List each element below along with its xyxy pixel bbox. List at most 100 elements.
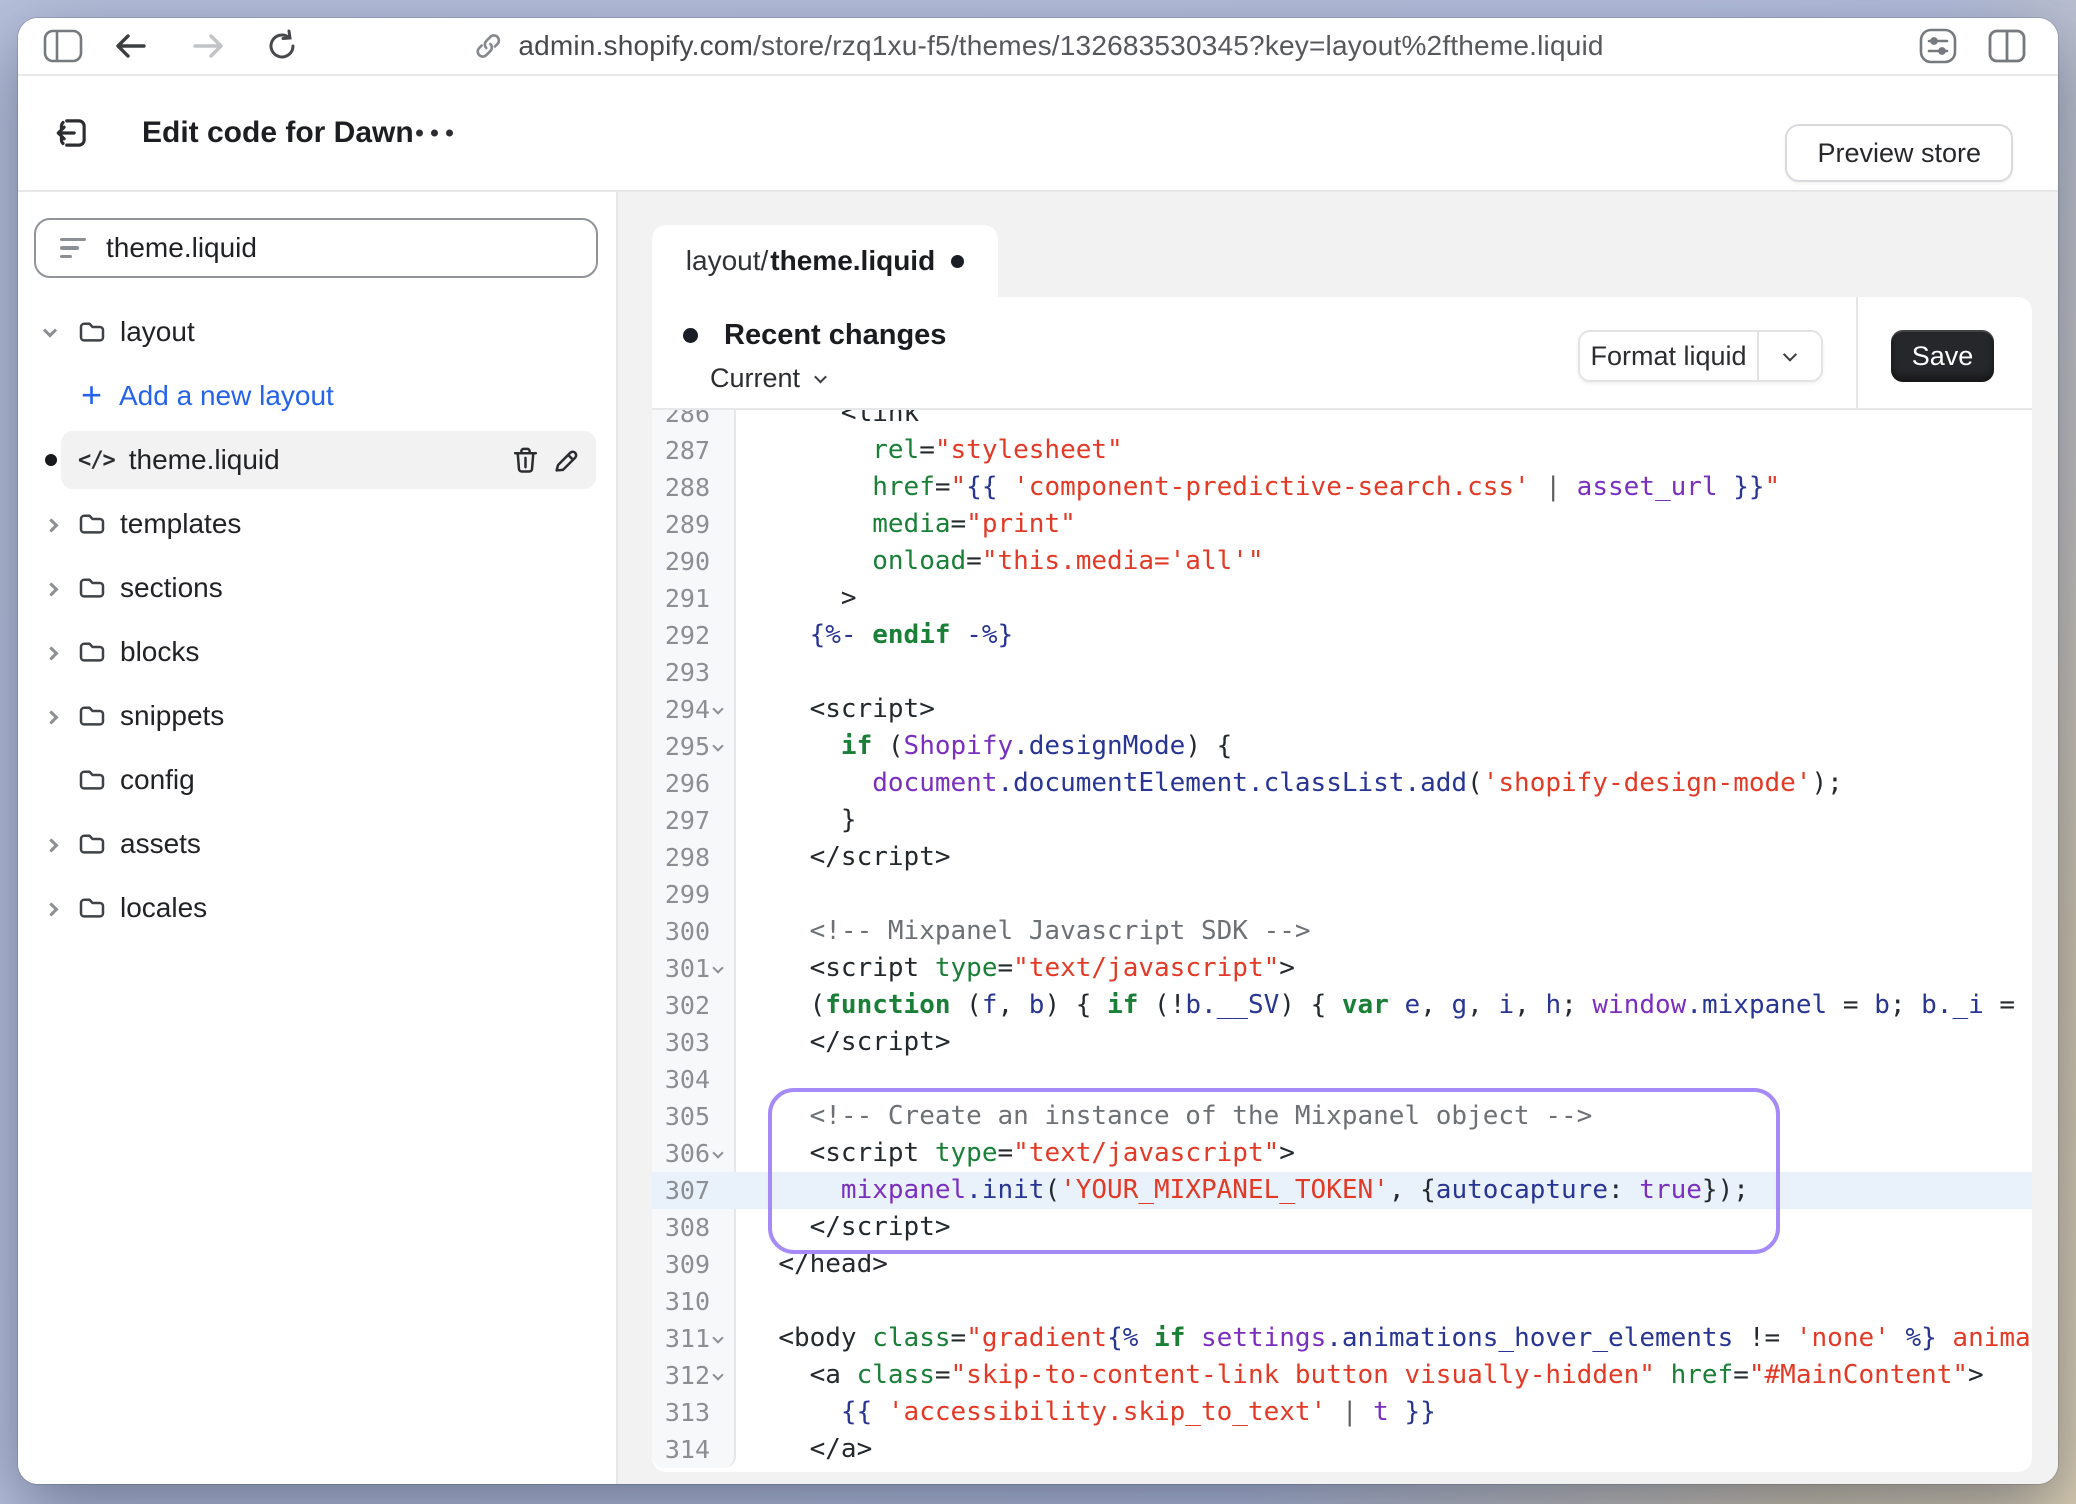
page-settings-icon[interactable] — [1918, 27, 1958, 65]
item-label: templates — [120, 508, 241, 540]
code-text: <link — [736, 410, 919, 432]
code-text: <a class="skip-to-content-link button vi… — [736, 1357, 1984, 1394]
code-line[interactable]: 305 <!-- Create an instance of the Mixpa… — [652, 1098, 2032, 1135]
link-icon — [472, 30, 504, 62]
sidebar-item-theme-liquid[interactable]: </>theme.liquid — [18, 428, 614, 492]
code-line[interactable]: 293 — [652, 654, 2032, 691]
code-text: (function (f, b) { if (!b.__SV) { var e,… — [736, 987, 2032, 1024]
edit-icon[interactable] — [553, 447, 580, 474]
code-text: onload="this.media='all'" — [736, 543, 1264, 580]
more-actions-icon[interactable] — [416, 130, 453, 137]
item-label: theme.liquid — [129, 444, 280, 476]
code-line[interactable]: 298 </script> — [652, 839, 2032, 876]
line-number: 298 — [652, 839, 736, 876]
code-text: <script type="text/javascript"> — [736, 1135, 1295, 1172]
delete-icon[interactable] — [512, 446, 539, 475]
code-line[interactable]: 291 > — [652, 580, 2032, 617]
code-line[interactable]: 306 <script type="text/javascript"> — [652, 1135, 2032, 1172]
code-line[interactable]: 289 media="print" — [652, 506, 2032, 543]
code-line[interactable]: 310 — [652, 1283, 2032, 1320]
code-editor[interactable]: 286 <link287 rel="stylesheet"288 href="{… — [652, 410, 2032, 1472]
item-label: assets — [120, 828, 201, 860]
tab-theme-liquid[interactable]: layout/theme.liquid — [652, 225, 998, 297]
recent-changes: Recent changes — [683, 319, 946, 352]
filter-icon — [60, 238, 86, 259]
code-line[interactable]: 290 onload="this.media='all'" — [652, 543, 2032, 580]
tab-file-label: theme.liquid — [770, 245, 935, 277]
code-text: rel="stylesheet" — [736, 432, 1123, 469]
search-input[interactable] — [106, 232, 546, 264]
code-line[interactable]: 307 mixpanel.init('YOUR_MIXPANEL_TOKEN',… — [652, 1172, 2032, 1209]
line-number: 293 — [652, 654, 736, 691]
code-line[interactable]: 292 {%- endif -%} — [652, 617, 2032, 654]
fold-chevron-icon[interactable] — [712, 1369, 723, 1380]
code-line[interactable]: 299 — [652, 876, 2032, 913]
exit-icon[interactable] — [53, 114, 91, 152]
preview-store-button[interactable]: Preview store — [1785, 124, 2013, 182]
format-options-toggle[interactable] — [1759, 351, 1821, 361]
line-number: 296 — [652, 765, 736, 802]
code-line[interactable]: 294 <script> — [652, 691, 2032, 728]
item-label: sections — [120, 572, 223, 604]
code-text: {{ 'accessibility.skip_to_text' | t }} — [736, 1394, 1436, 1431]
chevron-right-icon — [44, 518, 58, 532]
code-text: <script> — [736, 691, 935, 728]
code-line[interactable]: 286 <link — [652, 410, 2032, 432]
reload-icon[interactable] — [264, 28, 300, 64]
editor-toolbar: Recent changes Current Format liquid Sav… — [652, 297, 2032, 410]
editor-area: layout/theme.liquid Recent changes Curre… — [616, 192, 2058, 1484]
split-view-icon[interactable] — [1988, 29, 2026, 63]
line-number: 304 — [652, 1061, 736, 1098]
fold-chevron-icon[interactable] — [712, 740, 723, 751]
back-icon[interactable] — [114, 31, 148, 61]
code-line[interactable]: 312 <a class="skip-to-content-link butto… — [652, 1357, 2032, 1394]
sidebar-item-sections[interactable]: sections — [18, 556, 614, 620]
code-line[interactable]: 309 </head> — [652, 1246, 2032, 1283]
code-line[interactable]: 304 — [652, 1061, 2032, 1098]
sidebar-item-locales[interactable]: locales — [18, 876, 614, 940]
code-line[interactable]: 311 <body class="gradient{% if settings.… — [652, 1320, 2032, 1357]
sidebar-item-templates[interactable]: templates — [18, 492, 614, 556]
code-text: mixpanel.init('YOUR_MIXPANEL_TOKEN', {au… — [736, 1172, 1749, 1209]
fold-chevron-icon[interactable] — [712, 962, 723, 973]
code-line[interactable]: 302 (function (f, b) { if (!b.__SV) { va… — [652, 987, 2032, 1024]
code-text: > — [736, 580, 857, 617]
code-line[interactable]: 313 {{ 'accessibility.skip_to_text' | t … — [652, 1394, 2032, 1431]
sidebar-item-assets[interactable]: assets — [18, 812, 614, 876]
fold-chevron-icon[interactable] — [712, 1332, 723, 1343]
item-label: config — [120, 764, 195, 796]
code-text: <!-- Mixpanel Javascript SDK --> — [736, 913, 1311, 950]
code-line[interactable]: 308 </script> — [652, 1209, 2032, 1246]
forward-icon[interactable] — [191, 31, 225, 61]
sidebar-item-snippets[interactable]: snippets — [18, 684, 614, 748]
folder-icon — [78, 704, 106, 728]
chevron-right-icon — [44, 838, 58, 852]
version-dropdown[interactable]: Current — [710, 363, 825, 394]
sidebar-item-config[interactable]: config — [18, 748, 614, 812]
sidebar-item-add-layout[interactable]: +Add a new layout — [18, 364, 614, 428]
tab-dir-label: layout/ — [686, 245, 769, 277]
save-button[interactable]: Save — [1891, 330, 1994, 382]
file-search[interactable] — [34, 218, 598, 278]
code-text: media="print" — [736, 506, 1076, 543]
fold-chevron-icon[interactable] — [712, 703, 723, 714]
code-line[interactable]: 303 </script> — [652, 1024, 2032, 1061]
line-number: 310 — [652, 1283, 736, 1320]
code-line[interactable]: 296 document.documentElement.classList.a… — [652, 765, 2032, 802]
code-line[interactable]: 288 href="{{ 'component-predictive-searc… — [652, 469, 2032, 506]
sidebar-item-blocks[interactable]: blocks — [18, 620, 614, 684]
code-text: if (Shopify.designMode) { — [736, 728, 1232, 765]
url-bar[interactable]: admin.shopify.com/store/rzq1xu-f5/themes… — [472, 30, 1603, 62]
sidebar-item-layout[interactable]: layout — [18, 300, 614, 364]
code-line[interactable]: 295 if (Shopify.designMode) { — [652, 728, 2032, 765]
format-liquid-button[interactable]: Format liquid — [1578, 330, 1823, 382]
code-line[interactable]: 297 } — [652, 802, 2032, 839]
code-line[interactable]: 314 </a> — [652, 1431, 2032, 1468]
line-number: 290 — [652, 543, 736, 580]
code-line[interactable]: 301 <script type="text/javascript"> — [652, 950, 2032, 987]
sidebar-toggle-icon[interactable] — [43, 29, 83, 63]
code-line[interactable]: 300 <!-- Mixpanel Javascript SDK --> — [652, 913, 2032, 950]
code-line[interactable]: 287 rel="stylesheet" — [652, 432, 2032, 469]
fold-chevron-icon[interactable] — [712, 1147, 723, 1158]
folder-icon — [78, 320, 106, 344]
